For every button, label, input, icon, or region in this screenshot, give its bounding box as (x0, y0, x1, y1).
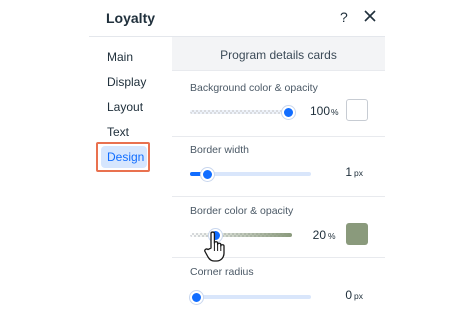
sidebar-item-design[interactable]: Design (107, 150, 144, 164)
border-width-value[interactable]: 1 (332, 165, 352, 179)
sidebar-nav: Main Display Layout Text Design (89, 37, 171, 315)
row-divider (172, 196, 385, 197)
design-content: Program details cards Background color &… (172, 37, 385, 315)
border-color-swatch[interactable] (346, 223, 368, 245)
background-opacity-slider[interactable] (190, 110, 288, 114)
section-divider (172, 70, 385, 71)
border-width-unit: px (354, 168, 363, 178)
border-opacity-unit: % (328, 231, 336, 241)
corner-radius-unit: px (354, 291, 363, 301)
border-color-label: Border color & opacity (190, 205, 294, 217)
sidebar-item-display[interactable]: Display (107, 75, 146, 89)
background-color-swatch[interactable] (346, 99, 368, 121)
hand-cursor-icon (204, 231, 225, 262)
background-opacity-unit: % (331, 107, 339, 117)
border-width-label: Border width (190, 144, 249, 156)
border-width-thumb[interactable] (201, 168, 214, 181)
help-button[interactable]: ? (340, 9, 348, 25)
sidebar-item-layout[interactable]: Layout (107, 100, 143, 114)
background-opacity-thumb[interactable] (282, 106, 295, 119)
background-color-label: Background color & opacity (190, 82, 318, 94)
panel-header: Loyalty ? (89, 0, 385, 37)
corner-radius-label: Corner radius (190, 266, 254, 278)
background-opacity-value[interactable]: 100 (300, 104, 330, 118)
border-opacity-value[interactable]: 20 (306, 228, 326, 242)
corner-radius-thumb[interactable] (190, 291, 203, 304)
section-header: Program details cards (172, 37, 385, 70)
panel-title: Loyalty (106, 10, 156, 26)
sidebar-item-main[interactable]: Main (107, 50, 133, 64)
corner-radius-value[interactable]: 0 (332, 288, 352, 302)
close-icon[interactable] (363, 8, 377, 24)
section-title: Program details cards (220, 48, 337, 62)
corner-radius-slider[interactable] (190, 295, 311, 299)
row-divider (172, 136, 385, 137)
sidebar-item-text[interactable]: Text (107, 125, 129, 139)
loyalty-settings-panel: Loyalty ? Main Display Layout Text Desig… (89, 0, 385, 315)
